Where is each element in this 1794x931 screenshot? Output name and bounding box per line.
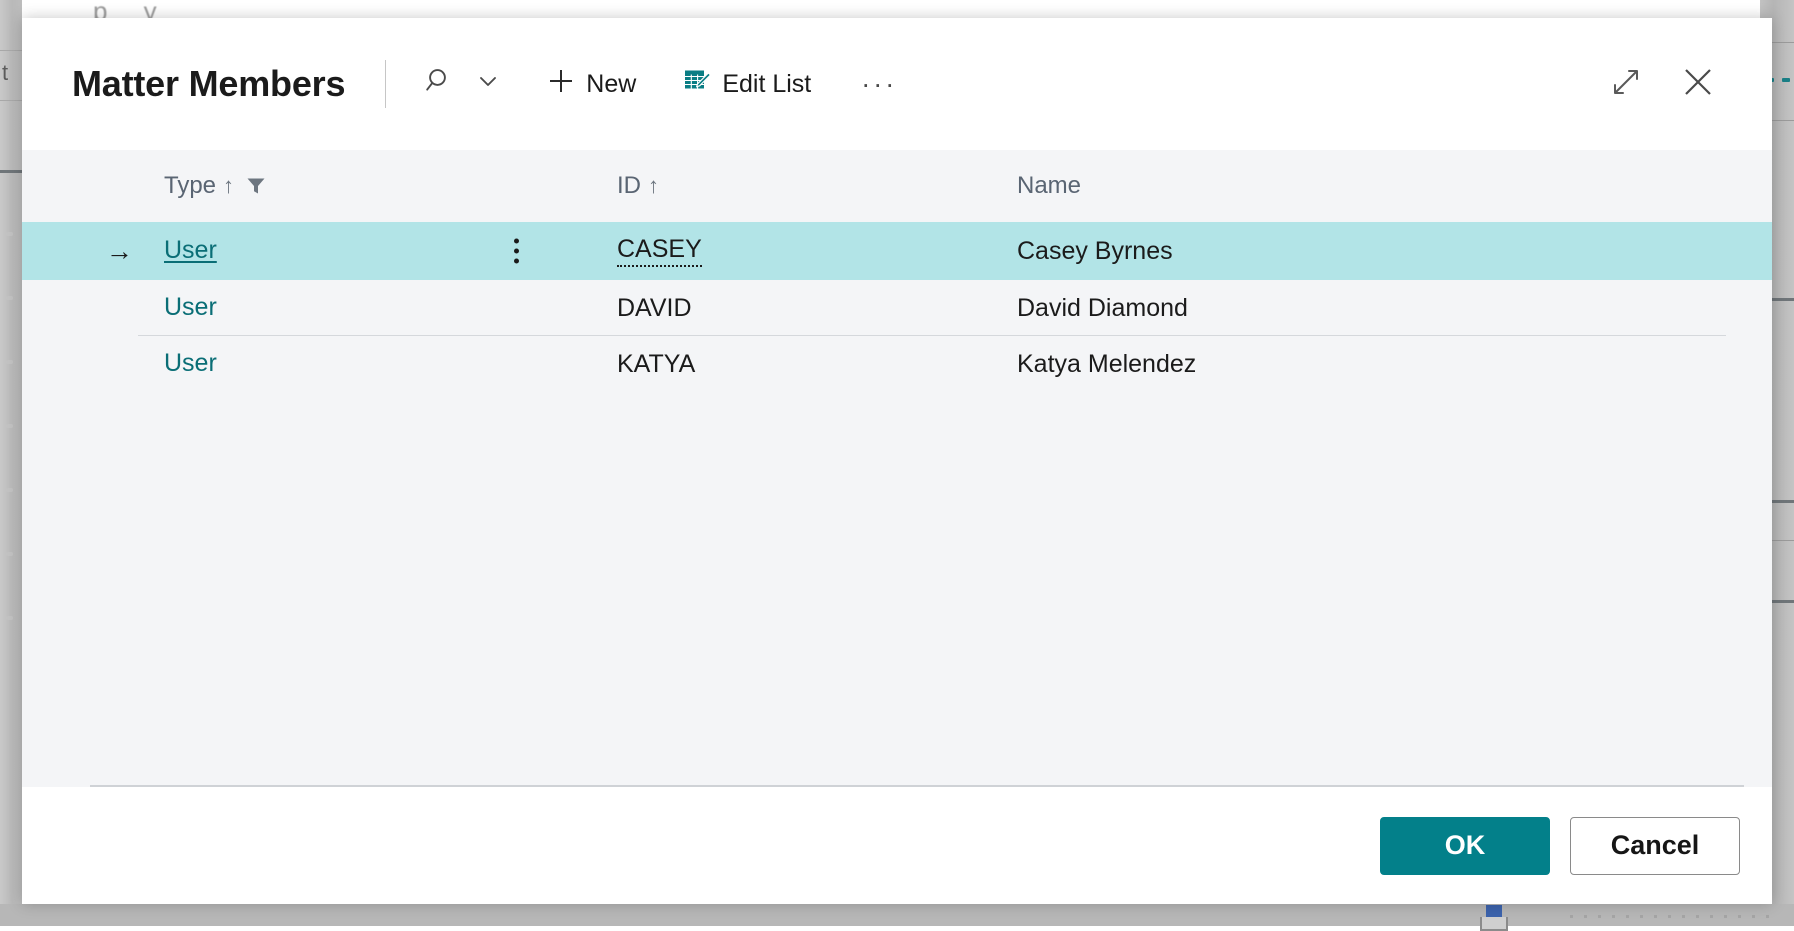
cell-id[interactable]: KATYA xyxy=(617,350,1017,379)
id-value: KATYA xyxy=(617,350,695,379)
type-link[interactable]: User xyxy=(164,349,217,379)
background-tick xyxy=(6,360,13,364)
column-header-id-label: ID xyxy=(617,172,641,200)
column-header-name-label: Name xyxy=(1017,172,1081,199)
name-value: David Diamond xyxy=(1017,294,1188,322)
column-header-type[interactable]: Type ↑ xyxy=(164,172,617,200)
expand-diagonal-icon xyxy=(1609,65,1643,104)
background-divider xyxy=(0,100,22,101)
background-divider xyxy=(0,50,22,51)
background-tick xyxy=(6,616,13,620)
filter-funnel-icon[interactable] xyxy=(245,175,267,197)
id-value: DAVID xyxy=(617,294,692,323)
dialog-title: Matter Members xyxy=(72,63,345,105)
row-selection-arrow-icon: → xyxy=(72,236,164,267)
search-button[interactable] xyxy=(414,60,510,109)
cell-type[interactable]: User xyxy=(164,236,617,266)
name-value: Casey Byrnes xyxy=(1017,237,1173,265)
row-actions-kebab-icon[interactable] xyxy=(514,239,519,264)
search-icon xyxy=(424,66,454,103)
table-row[interactable]: User KATYA Katya Melendez xyxy=(72,336,1726,392)
type-link[interactable]: User xyxy=(164,236,217,266)
type-link[interactable]: User xyxy=(164,293,217,323)
new-button[interactable]: New xyxy=(536,60,646,109)
table-row[interactable]: → User CASEY Casey Byrnes xyxy=(22,222,1772,280)
background-obscured-letter: t xyxy=(2,60,8,86)
ok-button[interactable]: OK xyxy=(1380,817,1550,875)
sort-ascending-icon: ↑ xyxy=(223,173,234,199)
background-taskbar-dots xyxy=(1570,915,1770,918)
cell-type[interactable]: User xyxy=(164,349,617,379)
ellipsis-icon: ··· xyxy=(861,69,897,100)
edit-list-button[interactable]: Edit List xyxy=(672,60,821,109)
header-separator xyxy=(385,60,386,108)
background-left-strip xyxy=(0,0,22,904)
members-grid: Type ↑ ID ↑ Name → xyxy=(72,150,1726,392)
dialog-header: Matter Members New xyxy=(22,18,1772,150)
background-tick xyxy=(6,488,13,492)
name-value: Katya Melendez xyxy=(1017,350,1196,378)
overflow-menu-button[interactable]: ··· xyxy=(847,63,911,106)
cell-name[interactable]: Casey Byrnes xyxy=(1017,237,1726,266)
background-accent-dot xyxy=(1782,78,1790,82)
dialog-content: Type ↑ ID ↑ Name → xyxy=(22,150,1772,787)
column-header-id[interactable]: ID ↑ xyxy=(617,172,1017,200)
edit-list-button-label: Edit List xyxy=(722,70,811,99)
expand-button[interactable] xyxy=(1598,56,1654,112)
background-divider xyxy=(0,170,22,173)
edit-list-icon xyxy=(682,66,712,103)
background-taskbar xyxy=(0,904,1794,926)
background-tick xyxy=(6,424,13,428)
plus-icon xyxy=(546,66,576,103)
new-button-label: New xyxy=(586,70,636,99)
background-tick xyxy=(6,552,13,556)
cell-name[interactable]: David Diamond xyxy=(1017,294,1726,323)
cell-name[interactable]: Katya Melendez xyxy=(1017,350,1726,379)
background-tick xyxy=(6,296,13,300)
id-value: CASEY xyxy=(617,235,702,267)
cell-id[interactable]: DAVID xyxy=(617,294,1017,323)
table-row[interactable]: User DAVID David Diamond xyxy=(72,280,1726,336)
grid-header-row: Type ↑ ID ↑ Name xyxy=(72,150,1726,222)
column-header-type-label: Type xyxy=(164,172,216,200)
background-tick xyxy=(6,232,13,236)
window-thumbnail-icon xyxy=(1477,904,1511,926)
dialog-footer: OK Cancel xyxy=(22,787,1772,904)
cell-type[interactable]: User xyxy=(164,293,617,323)
cell-id[interactable]: CASEY xyxy=(617,235,1017,267)
cancel-button[interactable]: Cancel xyxy=(1570,817,1740,875)
matter-members-dialog: Matter Members New xyxy=(22,18,1772,904)
chevron-down-icon[interactable] xyxy=(476,69,500,100)
sort-ascending-icon: ↑ xyxy=(648,173,659,199)
column-header-name[interactable]: Name xyxy=(1017,172,1726,200)
content-bottom-rule xyxy=(90,785,1744,787)
close-button[interactable] xyxy=(1670,56,1726,112)
close-icon xyxy=(1679,63,1717,106)
